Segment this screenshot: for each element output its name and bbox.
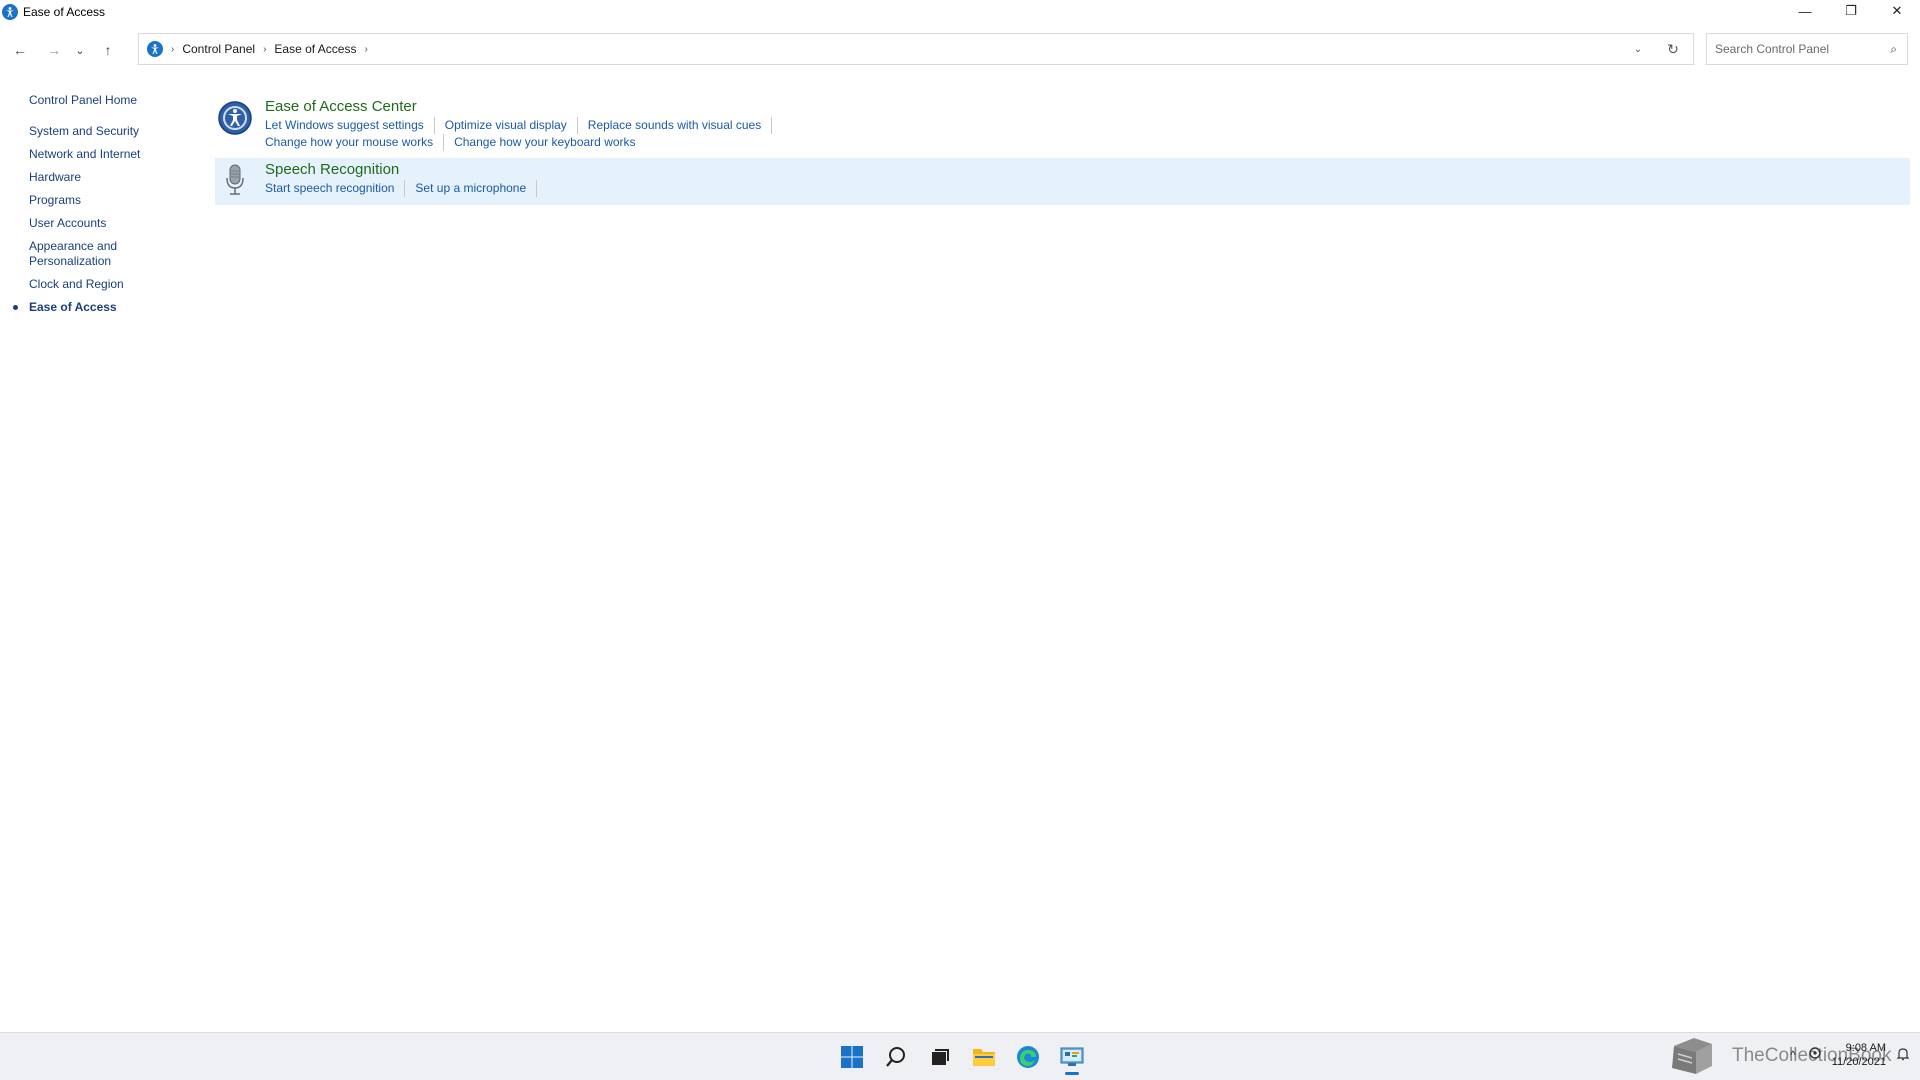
sidebar: Control Panel Home System and Security N… <box>13 90 189 323</box>
breadcrumb-separator[interactable]: › <box>171 44 174 55</box>
control-panel-icon <box>1060 1047 1084 1066</box>
start-speech-recognition-link[interactable]: Start speech recognition <box>265 180 406 197</box>
task-view-button[interactable] <box>918 1037 962 1077</box>
sidebar-item-clock-and-region[interactable]: Clock and Region <box>29 277 189 292</box>
address-bar[interactable]: › Control Panel › Ease of Access › ⌄ ↻ <box>138 33 1694 65</box>
ease-of-access-icon <box>147 41 163 57</box>
sidebar-item-user-accounts[interactable]: User Accounts <box>29 216 189 231</box>
sidebar-item-ease-of-access: Ease of Access <box>13 300 189 315</box>
network-icon[interactable] <box>1808 1046 1822 1065</box>
sidebar-item-appearance[interactable]: Appearance and Personalization <box>29 239 129 269</box>
sidebar-item-system-and-security[interactable]: System and Security <box>29 124 189 139</box>
search-placeholder: Search Control Panel <box>1715 42 1830 56</box>
link-row: Let Windows suggest settings Optimize vi… <box>265 117 782 134</box>
taskbar-apps <box>830 1037 1094 1077</box>
sidebar-item-hardware[interactable]: Hardware <box>29 170 189 185</box>
category-links: Start speech recognition Set up a microp… <box>265 180 547 197</box>
up-button[interactable]: ↑ <box>94 36 122 64</box>
replace-sounds-link[interactable]: Replace sounds with visual cues <box>588 117 773 134</box>
edge-icon <box>1017 1046 1039 1068</box>
clock-time: 9:08 AM <box>1845 1042 1886 1054</box>
category-body: Speech Recognition Start speech recognit… <box>265 158 547 205</box>
system-tray: ^ 9:08 AM 11/20/2021 <box>1790 1041 1910 1069</box>
category-body: Ease of Access Center Let Windows sugges… <box>265 94 782 154</box>
sidebar-item-network-and-internet[interactable]: Network and Internet <box>29 147 189 162</box>
ease-of-access-icon <box>2 4 18 20</box>
clock-date: 11/20/2021 <box>1831 1056 1886 1068</box>
category-speech-recognition: Speech Recognition Start speech recognit… <box>215 158 1910 205</box>
search-icon[interactable]: ⌕ <box>1890 42 1897 57</box>
set-up-microphone-link[interactable]: Set up a microphone <box>415 180 538 197</box>
microphone-icon[interactable] <box>217 162 257 202</box>
search-icon <box>886 1047 905 1067</box>
sidebar-item-programs[interactable]: Programs <box>29 193 189 208</box>
ease-of-access-center-icon[interactable] <box>217 100 257 140</box>
category-ease-of-access-center: Ease of Access Center Let Windows sugges… <box>215 94 1910 154</box>
refresh-button[interactable]: ↻ <box>1653 41 1693 58</box>
speech-recognition-link[interactable]: Speech Recognition <box>265 161 547 178</box>
link-row: Change how your mouse works Change how y… <box>265 134 782 151</box>
start-button[interactable] <box>830 1037 874 1077</box>
search-input[interactable]: Search Control Panel ⌕ <box>1706 33 1908 65</box>
file-explorer-button[interactable] <box>962 1037 1006 1077</box>
restore-button[interactable]: ❐ <box>1828 0 1874 22</box>
show-hidden-icons-button[interactable]: ^ <box>1790 1048 1796 1062</box>
window-title: Ease of Access <box>23 5 106 19</box>
breadcrumb-control-panel[interactable]: Control Panel <box>182 42 255 56</box>
forward-button[interactable]: → <box>40 36 68 64</box>
navigation-bar: ← → ⌄ ↑ › Control Panel › Ease of Access… <box>0 32 1920 68</box>
address-bar-actions: ⌄ ↻ <box>1623 34 1693 64</box>
breadcrumb-ease-of-access[interactable]: Ease of Access <box>274 42 356 56</box>
book-icon <box>1672 1038 1712 1074</box>
back-button[interactable]: ← <box>6 36 34 64</box>
clock[interactable]: 9:08 AM 11/20/2021 <box>1832 1041 1886 1069</box>
task-view-icon <box>932 1049 949 1065</box>
sidebar-home-link[interactable]: Control Panel Home <box>29 93 189 107</box>
notifications-icon[interactable] <box>1896 1047 1910 1064</box>
folder-icon <box>973 1049 995 1066</box>
let-windows-suggest-settings-link[interactable]: Let Windows suggest settings <box>265 117 435 134</box>
close-button[interactable]: ✕ <box>1874 0 1920 22</box>
sidebar-list: System and Security Network and Internet… <box>13 124 189 315</box>
search-button[interactable] <box>874 1037 918 1077</box>
address-history-dropdown[interactable]: ⌄ <box>1623 44 1653 55</box>
change-mouse-link[interactable]: Change how your mouse works <box>265 134 445 151</box>
title-bar: Ease of Access — ❐ ✕ <box>0 0 1920 24</box>
control-panel-taskbar-button[interactable] <box>1050 1037 1094 1077</box>
taskbar: TheCollectionBook ^ 9:08 AM 11/20/2021 <box>0 1032 1920 1080</box>
breadcrumb-separator[interactable]: › <box>263 44 266 55</box>
change-keyboard-link[interactable]: Change how your keyboard works <box>454 134 645 151</box>
window-controls: — ❐ ✕ <box>1782 0 1920 24</box>
optimize-visual-display-link[interactable]: Optimize visual display <box>445 117 578 134</box>
ease-of-access-center-link[interactable]: Ease of Access Center <box>265 98 782 115</box>
recent-locations-button[interactable]: ⌄ <box>70 36 90 64</box>
link-row: Start speech recognition Set up a microp… <box>265 180 547 197</box>
windows-logo-icon <box>841 1046 863 1068</box>
category-links: Let Windows suggest settings Optimize vi… <box>265 117 782 151</box>
minimize-button[interactable]: — <box>1782 0 1828 22</box>
breadcrumb-separator[interactable]: › <box>364 44 367 55</box>
edge-browser-button[interactable] <box>1006 1037 1050 1077</box>
